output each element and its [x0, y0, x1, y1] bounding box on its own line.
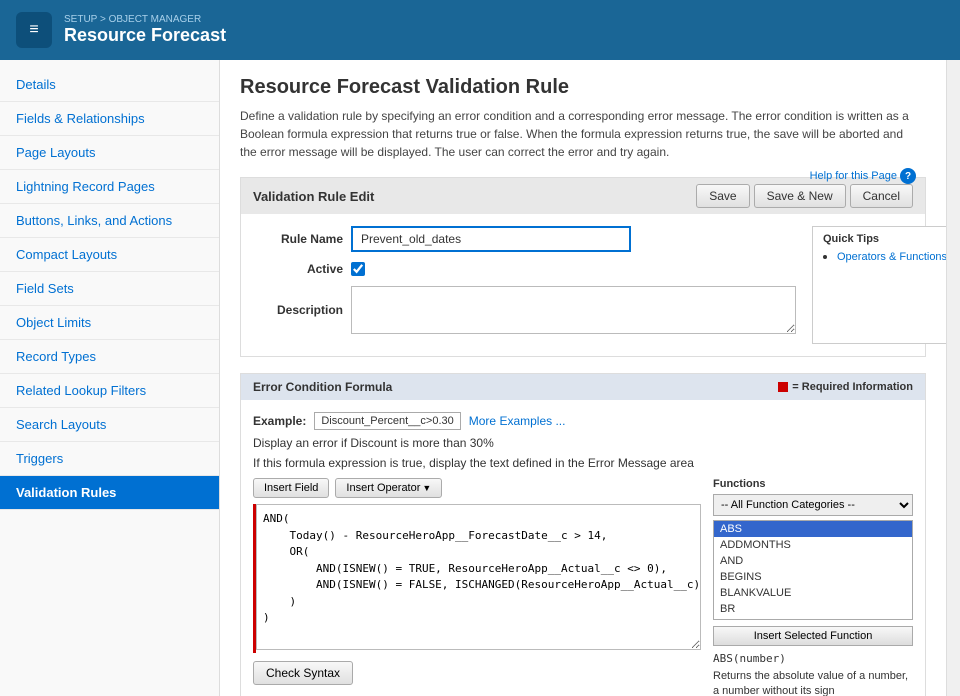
page-description: Define a validation rule by specifying a… — [240, 107, 920, 161]
function-category-select[interactable]: -- All Function Categories -- — [713, 494, 913, 516]
functions-panel: Functions -- All Function Categories -- … — [713, 478, 913, 696]
rule-name-label: Rule Name — [253, 232, 343, 246]
breadcrumb: SETUP > OBJECT MANAGER — [64, 14, 226, 25]
main-content: Help for this Page ? Resource Forecast V… — [220, 60, 946, 696]
sidebar-item-search-layouts[interactable]: Search Layouts — [0, 408, 219, 442]
rule-name-input[interactable] — [351, 226, 631, 252]
error-condition-title: Error Condition Formula — [253, 380, 392, 394]
description-row: Description — [253, 286, 796, 334]
dropdown-arrow-icon: ▼ — [422, 483, 431, 493]
error-condition-section: Error Condition Formula = Required Infor… — [240, 373, 926, 696]
insert-operator-label: Insert Operator — [346, 482, 420, 494]
function-item-abs[interactable]: ABS — [714, 521, 912, 537]
condition-text: If this formula expression is true, disp… — [253, 456, 913, 470]
scrollbar[interactable] — [946, 60, 960, 696]
content-inner: Help for this Page ? Resource Forecast V… — [220, 60, 946, 696]
validation-rule-edit-section: Validation Rule Edit Save Save & New Can… — [240, 177, 926, 357]
sidebar: Details Fields & Relationships Page Layo… — [0, 60, 220, 696]
example-description: Display an error if Discount is more tha… — [253, 436, 913, 450]
required-info: = Required Information — [778, 381, 913, 393]
rule-edit-body: Rule Name Active Description — [241, 214, 925, 356]
page-layout: Details Fields & Relationships Page Layo… — [0, 60, 960, 696]
cancel-button[interactable]: Cancel — [850, 184, 913, 208]
fn-signature: ABS(number) — [713, 652, 913, 665]
app-logo: ≡ — [16, 12, 52, 48]
object-name: Resource Forecast — [64, 25, 226, 46]
description-textarea[interactable] — [351, 286, 796, 334]
formula-editor-wrapper — [253, 504, 701, 653]
rule-edit-buttons: Save Save & New Cancel — [696, 184, 913, 208]
insert-buttons: Insert Field Insert Operator ▼ — [253, 478, 701, 498]
function-item-begins[interactable]: BEGINS — [714, 569, 912, 585]
sidebar-item-record-types[interactable]: Record Types — [0, 340, 219, 374]
example-value: Discount_Percent__c>0.30 — [314, 412, 460, 430]
sidebar-item-lightning-record-pages[interactable]: Lightning Record Pages — [0, 170, 219, 204]
active-label: Active — [253, 262, 343, 276]
functions-label: Functions — [713, 478, 913, 490]
function-item-blankvalue[interactable]: BLANKVALUE — [714, 585, 912, 601]
help-link-text: Help for this Page — [810, 170, 897, 182]
sidebar-item-object-limits[interactable]: Object Limits — [0, 306, 219, 340]
sidebar-item-related-lookup-filters[interactable]: Related Lookup Filters — [0, 374, 219, 408]
sidebar-item-compact-layouts[interactable]: Compact Layouts — [0, 238, 219, 272]
example-row: Example: Discount_Percent__c>0.30 More E… — [253, 412, 913, 430]
required-icon — [778, 382, 788, 392]
functions-list[interactable]: ABS ADDMONTHS AND BEGINS BLANKVALUE BR — [713, 520, 913, 620]
rule-edit-title: Validation Rule Edit — [253, 189, 374, 204]
error-condition-body: Example: Discount_Percent__c>0.30 More E… — [241, 400, 925, 696]
insert-selected-function-button[interactable]: Insert Selected Function — [713, 626, 913, 646]
help-link[interactable]: Help for this Page ? — [810, 168, 916, 184]
save-new-button[interactable]: Save & New — [754, 184, 846, 208]
function-item-addmonths[interactable]: ADDMONTHS — [714, 537, 912, 553]
error-condition-header: Error Condition Formula = Required Infor… — [241, 374, 925, 400]
active-checkbox[interactable] — [351, 262, 365, 276]
active-row: Active — [253, 262, 796, 276]
logo-icon: ≡ — [29, 21, 38, 39]
sidebar-item-details[interactable]: Details — [0, 68, 219, 102]
insert-operator-button[interactable]: Insert Operator ▼ — [335, 478, 442, 498]
example-label: Example: — [253, 414, 306, 428]
formula-area: Insert Field Insert Operator ▼ Check Syn… — [253, 478, 913, 696]
sidebar-item-fields[interactable]: Fields & Relationships — [0, 102, 219, 136]
sidebar-item-page-layouts[interactable]: Page Layouts — [0, 136, 219, 170]
sidebar-item-triggers[interactable]: Triggers — [0, 442, 219, 476]
help-icon: ? — [900, 168, 916, 184]
insert-field-button[interactable]: Insert Field — [253, 478, 329, 498]
operators-functions-link[interactable]: Operators & Functions — [837, 251, 946, 263]
description-label: Description — [253, 303, 343, 317]
app-header: ≡ SETUP > OBJECT MANAGER Resource Foreca… — [0, 0, 960, 60]
rule-name-row: Rule Name — [253, 226, 796, 252]
quick-tips: Quick Tips Operators & Functions — [812, 226, 946, 344]
header-title-block: SETUP > OBJECT MANAGER Resource Forecast — [64, 14, 226, 46]
function-item-br[interactable]: BR — [714, 601, 912, 617]
more-examples-link[interactable]: More Examples ... — [469, 414, 566, 428]
required-text: = Required Information — [792, 381, 913, 393]
sidebar-item-validation-rules[interactable]: Validation Rules — [0, 476, 219, 510]
sidebar-item-buttons-links-actions[interactable]: Buttons, Links, and Actions — [0, 204, 219, 238]
check-syntax-button[interactable]: Check Syntax — [253, 661, 353, 685]
formula-left: Insert Field Insert Operator ▼ Check Syn… — [253, 478, 701, 696]
quick-tips-title: Quick Tips — [823, 233, 946, 245]
formula-editor[interactable] — [256, 504, 701, 650]
save-button[interactable]: Save — [696, 184, 749, 208]
function-item-and[interactable]: AND — [714, 553, 912, 569]
fn-description: Returns the absolute value of a number, … — [713, 669, 913, 696]
page-title: Resource Forecast Validation Rule — [240, 76, 926, 99]
sidebar-item-field-sets[interactable]: Field Sets — [0, 272, 219, 306]
